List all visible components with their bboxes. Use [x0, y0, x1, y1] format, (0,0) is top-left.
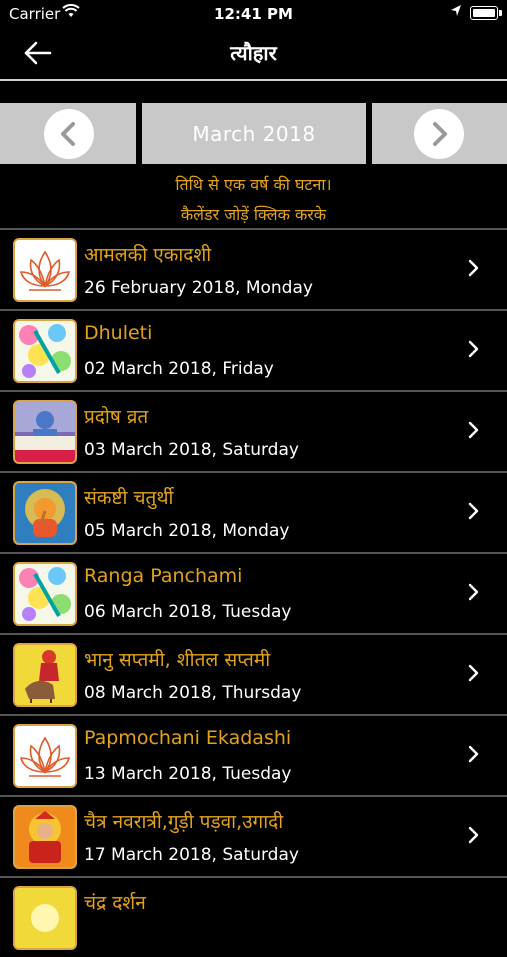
list-item[interactable]: आमलकी एकादशी 26 February 2018, Monday	[0, 228, 507, 309]
chevron-right-icon	[468, 420, 480, 444]
chevron-right-icon	[468, 501, 480, 525]
holi-colors-icon	[13, 562, 77, 626]
chevron-right-icon	[468, 339, 480, 363]
chevron-left-icon	[61, 122, 75, 146]
festival-date: 06 March 2018, Tuesday	[84, 602, 292, 622]
holi-colors-icon	[13, 319, 77, 383]
festival-name: चैत्र नवरात्री,गुड़ी पड़वा,उगादी	[84, 811, 284, 833]
durga-icon	[13, 805, 77, 869]
list-item[interactable]: Papmochani Ekadashi 13 March 2018, Tuesd…	[0, 714, 507, 795]
current-month-segment: March 2018	[142, 103, 366, 164]
list-item[interactable]: चैत्र नवरात्री,गुड़ी पड़वा,उगादी 17 Marc…	[0, 795, 507, 876]
status-bar: Carrier 12:41 PM	[0, 0, 507, 28]
festival-name: चंद्र दर्शन	[84, 892, 146, 914]
info-text: तिथि से एक वर्ष की घटना।	[175, 175, 332, 194]
prev-month-button[interactable]	[44, 109, 94, 159]
festival-date: 13 March 2018, Tuesday	[84, 764, 292, 784]
lotus-icon	[13, 238, 77, 302]
list-item[interactable]: भानु सप्तमी, शीतल सप्तमी 08 March 2018, …	[0, 633, 507, 714]
festival-name: भानु सप्तमी, शीतल सप्तमी	[84, 649, 271, 671]
festival-name: Ranga Panchami	[84, 565, 243, 587]
list-item[interactable]: संकष्टी चतुर्थी 05 March 2018, Monday	[0, 471, 507, 552]
chevron-right-icon	[468, 582, 480, 606]
festival-name: Dhuleti	[84, 322, 153, 344]
chevron-right-icon	[468, 825, 480, 849]
list-item[interactable]: प्रदोष व्रत 03 March 2018, Saturday	[0, 390, 507, 471]
prev-month-segment	[0, 103, 136, 164]
nav-divider	[0, 79, 507, 81]
list-item[interactable]: Dhuleti 02 March 2018, Friday	[0, 309, 507, 390]
shiva-pradosh-icon	[13, 400, 77, 464]
festival-date: 02 March 2018, Friday	[84, 359, 274, 379]
battery-icon	[470, 6, 502, 20]
navigation-bar: त्यौहार	[0, 28, 507, 78]
ganesha-icon	[13, 481, 77, 545]
status-time: 12:41 PM	[214, 5, 293, 23]
festival-date: 03 March 2018, Saturday	[84, 440, 299, 460]
add-calendar-link[interactable]: कैलेंडर जोड़ें क्लिक करके	[0, 203, 507, 225]
festival-date: 05 March 2018, Monday	[84, 521, 290, 541]
next-month-button[interactable]	[414, 109, 464, 159]
chevron-right-icon	[468, 663, 480, 687]
lotus-icon	[13, 724, 77, 788]
sheetala-mata-icon	[13, 643, 77, 707]
chevron-right-icon	[468, 744, 480, 768]
chevron-right-icon	[468, 258, 480, 282]
festival-date: 26 February 2018, Monday	[84, 278, 313, 298]
list-item[interactable]: चंद्र दर्शन	[0, 876, 507, 957]
chandra-icon	[13, 886, 77, 950]
festival-name: Papmochani Ekadashi	[84, 727, 292, 749]
festival-date: 17 March 2018, Saturday	[84, 845, 299, 865]
list-item[interactable]: Ranga Panchami 06 March 2018, Tuesday	[0, 552, 507, 633]
festival-name: संकष्टी चतुर्थी	[84, 487, 174, 509]
current-month-label: March 2018	[192, 122, 316, 146]
page-title: त्यौहार	[230, 41, 277, 65]
festival-name: प्रदोष व्रत	[84, 406, 149, 428]
location-arrow-icon	[450, 4, 462, 22]
next-month-segment	[372, 103, 507, 164]
month-selector: March 2018	[0, 103, 507, 164]
festival-date: 08 March 2018, Thursday	[84, 683, 302, 703]
festival-name: आमलकी एकादशी	[84, 244, 212, 266]
chevron-right-icon	[433, 122, 447, 146]
